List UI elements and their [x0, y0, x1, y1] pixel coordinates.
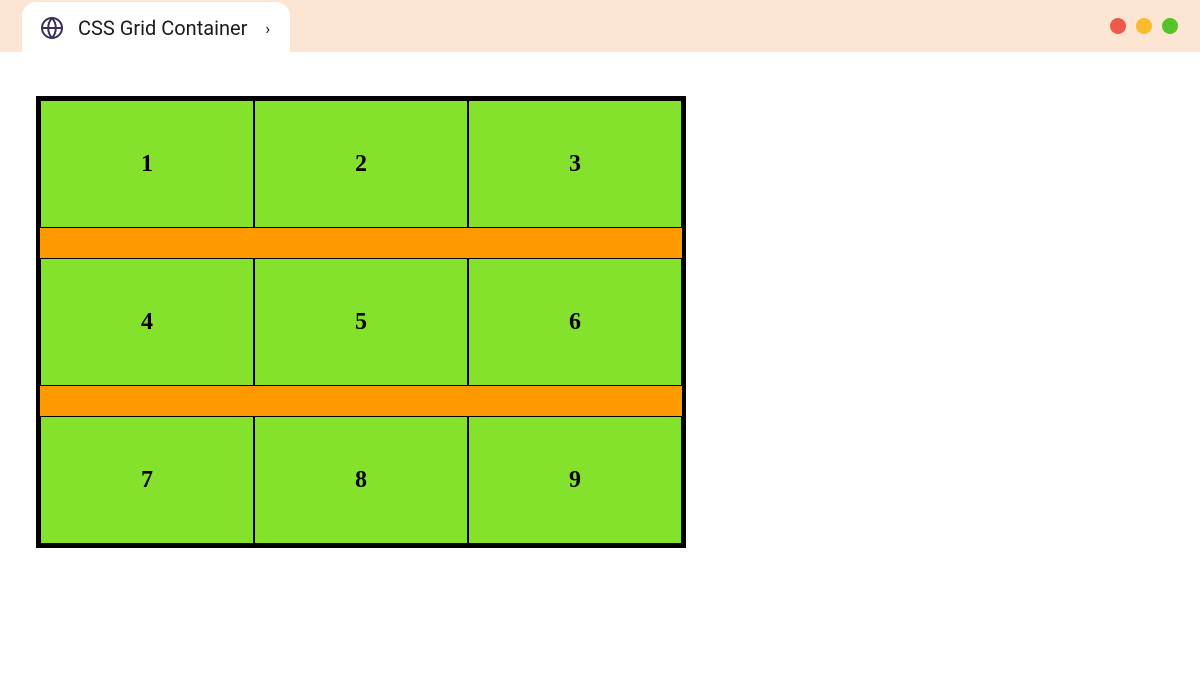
grid-cell: 2	[254, 100, 468, 228]
grid-cell: 3	[468, 100, 682, 228]
browser-tab[interactable]: CSS Grid Container ›	[22, 2, 290, 54]
grid-cell: 5	[254, 258, 468, 386]
window-minimize-button[interactable]	[1136, 18, 1152, 34]
browser-tab-bar: CSS Grid Container ›	[0, 0, 1200, 52]
grid-cell: 8	[254, 416, 468, 544]
grid-cell: 1	[40, 100, 254, 228]
grid-cell: 4	[40, 258, 254, 386]
window-close-button[interactable]	[1110, 18, 1126, 34]
window-controls	[1110, 18, 1178, 34]
tab-title: CSS Grid Container	[78, 16, 247, 40]
css-grid-container: 1 2 3 4 5 6 7 8 9	[36, 96, 686, 548]
grid-cell: 6	[468, 258, 682, 386]
window-maximize-button[interactable]	[1162, 18, 1178, 34]
grid-cell: 7	[40, 416, 254, 544]
page-content: 1 2 3 4 5 6 7 8 9	[0, 52, 1200, 592]
chevron-right-icon: ›	[265, 19, 270, 38]
grid-cell: 9	[468, 416, 682, 544]
globe-icon	[40, 16, 64, 40]
